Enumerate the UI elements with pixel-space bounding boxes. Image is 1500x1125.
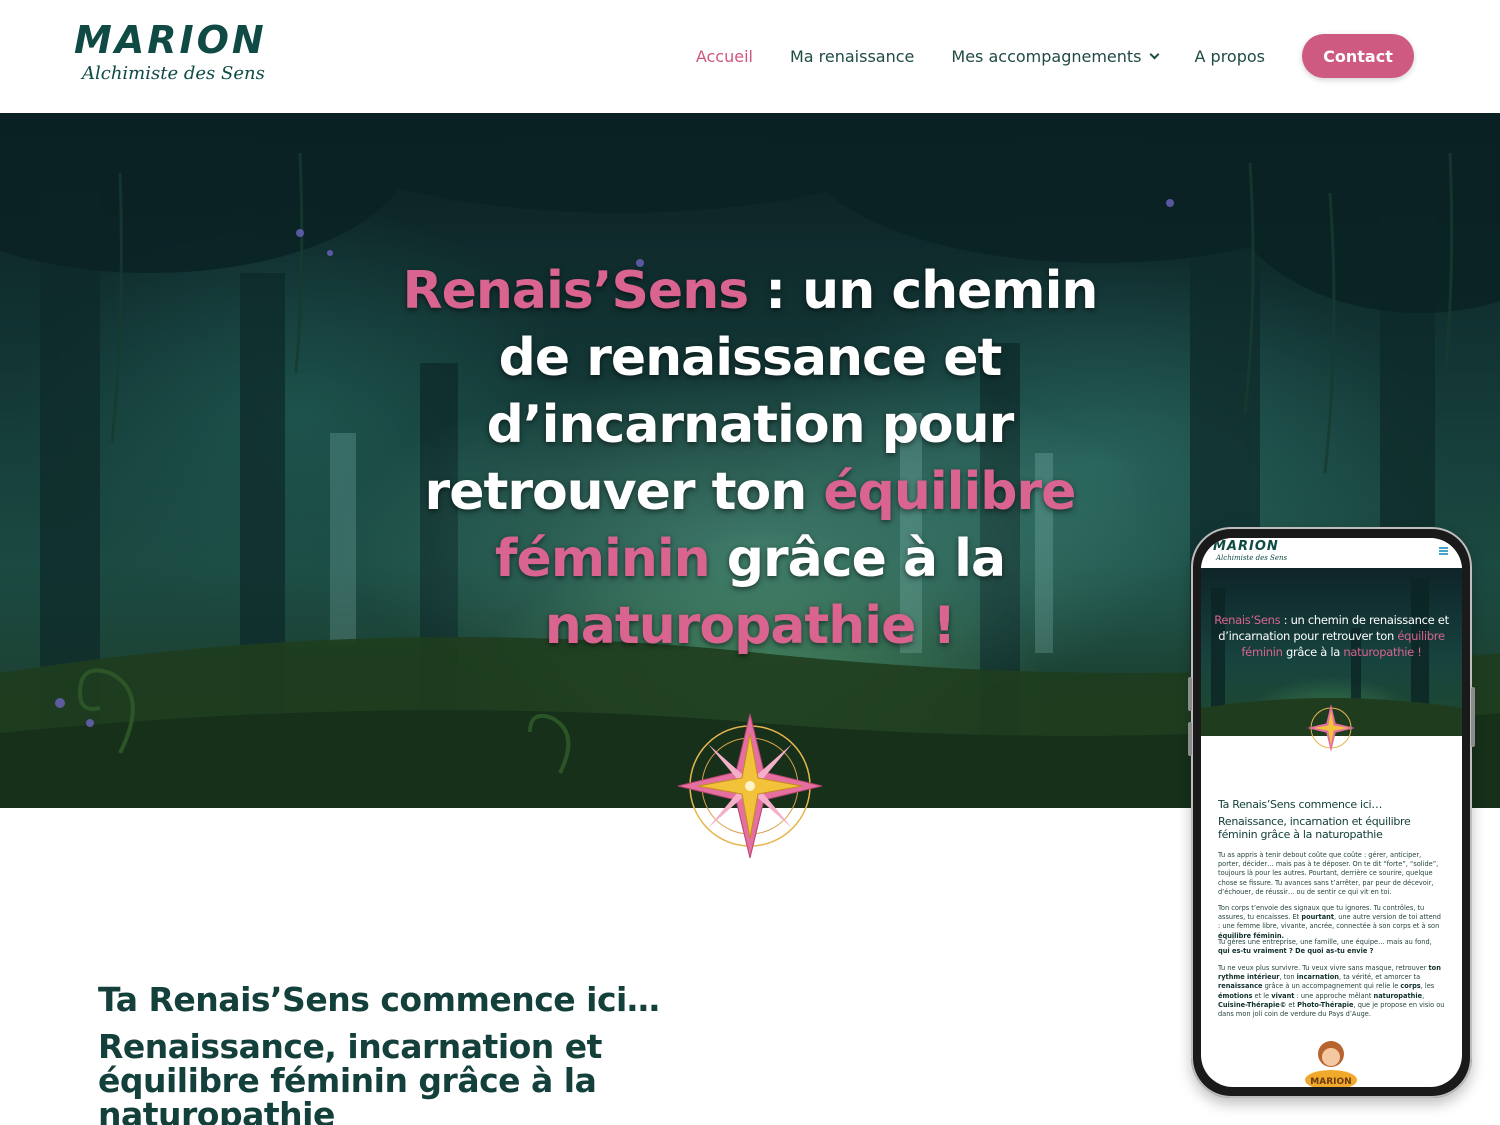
mobile-header: MARION Alchimiste des Sens <box>1201 538 1462 568</box>
mobile-paragraph: Ton corps t’envoie des signaux que tu ig… <box>1218 904 1445 941</box>
paragraph-text: grâce à un accompagnement qui relie le <box>1262 982 1401 991</box>
paragraph-text: et le <box>1252 991 1272 1000</box>
phone-side-button <box>1188 677 1192 711</box>
mascot-illustration: MARION <box>1305 1041 1357 1087</box>
paragraph-bold-text: naturopathie <box>1373 991 1423 1000</box>
paragraph-text: , ta vérité, et amorcer ta <box>1339 973 1421 982</box>
hero-title-part: naturopathie ! <box>544 596 956 656</box>
paragraph-bold-text: pourtant <box>1301 913 1334 922</box>
mobile-intro-heading: Ta Renais’Sens commence ici… <box>1218 798 1383 811</box>
site-logo[interactable]: MARION Alchimiste des Sens <box>74 18 267 92</box>
nav-item-mes-accompagnements[interactable]: Mes accompagnements <box>951 46 1159 66</box>
compass-star-icon <box>1307 704 1355 752</box>
intro-heading: Ta Renais’Sens commence ici… <box>98 980 660 1019</box>
mascot-label: MARION <box>1310 1077 1351 1087</box>
paragraph-bold-text: émotions <box>1218 991 1253 1000</box>
paragraph-bold-text: corps <box>1400 982 1421 991</box>
paragraph-text: et <box>1286 1000 1298 1009</box>
paragraph-bold-text: Photo-Thérapie <box>1297 1000 1354 1009</box>
intro-subheading: Renaissance, incarnation et équilibre fé… <box>98 1027 602 1125</box>
paragraph-bold-text: Cuisine-Thérapie© <box>1218 1000 1287 1009</box>
nav-item-a-propos[interactable]: A propos <box>1195 47 1265 66</box>
paragraph-bold-text: renaissance <box>1218 982 1263 991</box>
paragraph-text: , <box>1422 991 1425 1000</box>
site-header: MARION Alchimiste des Sens Accueil Ma re… <box>0 0 1500 113</box>
paragraph-text: , ton <box>1279 973 1297 982</box>
phone-screen: MARION Alchimiste des Sens Renais’Sens :… <box>1201 538 1462 1087</box>
mobile-hero-title-part: Renais’Sens <box>1214 613 1281 627</box>
nav-item-label: Mes accompagnements <box>951 46 1142 66</box>
compass-star-icon <box>677 713 823 859</box>
mobile-logo-tagline: Alchimiste des Sens <box>1216 554 1288 562</box>
paragraph-bold-text: qui es-tu vraiment ? De quoi as-tu envie… <box>1218 947 1374 956</box>
paragraph-text: Tu gères une entreprise, une famille, un… <box>1218 938 1432 946</box>
hero-title-part: Renais’Sens <box>402 261 750 321</box>
mobile-hero-title-part: ! <box>1413 645 1422 659</box>
mobile-hero-title-part: grâce à la <box>1282 645 1344 659</box>
chevron-down-icon <box>1149 49 1159 59</box>
mobile-hero-title: Renais’Sens : un chemin de renaissance e… <box>1207 612 1456 660</box>
hamburger-menu-icon[interactable] <box>1439 547 1448 555</box>
phone-side-button <box>1188 722 1192 756</box>
paragraph-bold-text: incarnation <box>1296 973 1339 982</box>
logo-tagline: Alchimiste des Sens <box>82 63 265 84</box>
paragraph-bold-text: vivant <box>1271 991 1295 1000</box>
mobile-paragraph: Tu as appris à tenir debout coûte que co… <box>1218 851 1445 897</box>
mobile-logo-name[interactable]: MARION <box>1213 540 1279 554</box>
paragraph-text: Tu ne veux plus survivre. Tu veux vivre … <box>1218 964 1429 972</box>
main-nav: Accueil Ma renaissance Mes accompagnemen… <box>659 34 1414 78</box>
mobile-intro-subheading: Renaissance, incarnation et équilibre fé… <box>1218 815 1411 841</box>
nav-item-ma-renaissance[interactable]: Ma renaissance <box>790 47 914 66</box>
logo-name: MARION <box>74 18 267 62</box>
hero-title-part: grâce à la <box>709 529 1006 589</box>
mobile-hero-title-part: naturopathie <box>1343 645 1414 659</box>
mobile-paragraph: Tu ne veux plus survivre. Tu veux vivre … <box>1218 964 1445 1019</box>
phone-side-button <box>1471 687 1475 747</box>
paragraph-text: : une approche mêlant <box>1294 991 1374 1000</box>
mobile-paragraph: Tu gères une entreprise, une famille, un… <box>1218 938 1445 956</box>
hero-title: Renais’Sens : un chemin de renaissance e… <box>380 258 1120 660</box>
nav-item-accueil[interactable]: Accueil <box>696 47 753 66</box>
phone-mockup: MARION Alchimiste des Sens Renais’Sens :… <box>1188 527 1475 1098</box>
paragraph-text: , les <box>1420 982 1435 991</box>
paragraph-text: Tu as appris à tenir debout coûte que co… <box>1218 851 1439 896</box>
contact-button[interactable]: Contact <box>1302 34 1414 78</box>
